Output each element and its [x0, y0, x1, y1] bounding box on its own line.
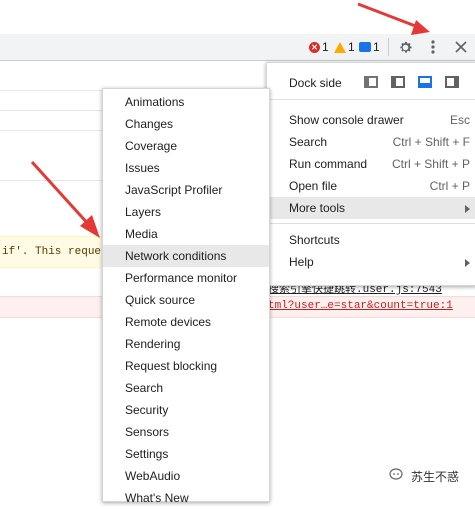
watermark: 苏生不惑 [389, 468, 459, 485]
arrow-to-kebab-menu [357, 2, 430, 35]
arrow-to-network-conditions [30, 160, 100, 238]
annotation-arrows [30, 2, 430, 238]
chat-bubble-icon [389, 468, 405, 485]
